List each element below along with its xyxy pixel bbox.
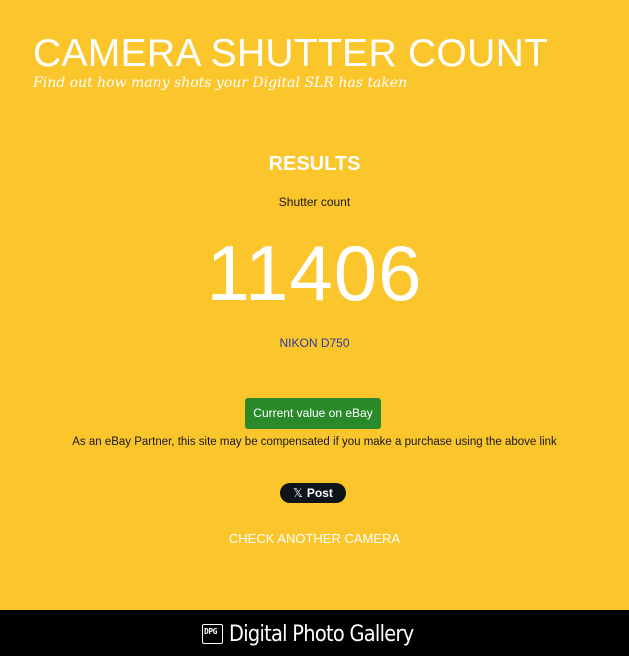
shutter-count-value: 11406 bbox=[206, 229, 423, 317]
camera-model-link[interactable]: NIKON D750 bbox=[0, 336, 629, 351]
site-title: CAMERA SHUTTER COUNT bbox=[33, 32, 549, 75]
ebay-partner-disclaimer: As an eBay Partner, this site may be com… bbox=[72, 436, 557, 448]
check-another-camera-link[interactable]: CHECK ANOTHER CAMERA bbox=[0, 531, 629, 547]
site-tagline: Find out how many shots your Digital SLR… bbox=[33, 75, 408, 91]
dpg-logo-icon: DPG bbox=[202, 624, 223, 644]
page: CAMERA SHUTTER COUNT Find out how many s… bbox=[0, 0, 629, 656]
ebay-value-button[interactable]: Current value on eBay bbox=[245, 398, 381, 429]
results-heading: RESULTS bbox=[268, 153, 361, 175]
dpg-logo-mark: DPG bbox=[204, 627, 217, 636]
x-logo-icon: 𝕏 bbox=[293, 486, 303, 500]
x-post-button[interactable]: 𝕏 Post bbox=[280, 483, 346, 503]
footer-brand-name: Digital Photo Gallery bbox=[229, 621, 414, 647]
footer: DPG Digital Photo Gallery bbox=[0, 610, 629, 656]
x-post-label: Post bbox=[306, 486, 333, 500]
shutter-count-label: Shutter count bbox=[278, 195, 351, 209]
footer-brand-link[interactable]: DPG Digital Photo Gallery bbox=[202, 620, 439, 648]
